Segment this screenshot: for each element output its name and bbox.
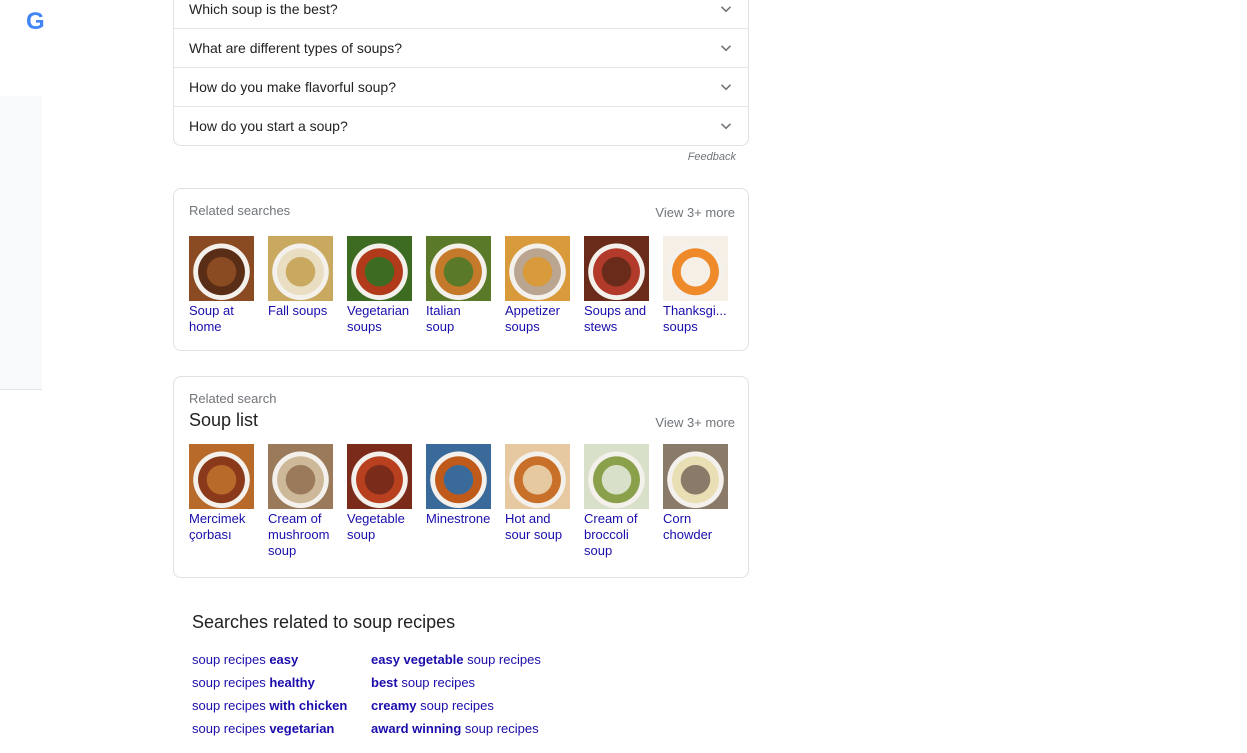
related-search-link[interactable]: soup recipes healthy — [192, 674, 371, 691]
thumbnail-label: Thanksgi... soups — [663, 303, 727, 334]
soup-image — [505, 236, 570, 301]
thumbnail-label: Fall soups — [268, 303, 328, 318]
thumbnail-item[interactable]: Cream of broccoli soup — [584, 444, 649, 559]
thumbnail-label: Vegetable soup — [347, 511, 405, 542]
paa-question[interactable]: Which soup is the best? — [174, 0, 748, 28]
thumbnail-item[interactable]: Cream of mushroom soup — [268, 444, 333, 559]
soup-image — [347, 444, 412, 509]
thumbnail-item[interactable]: Hot and sour soup — [505, 444, 570, 559]
paa-question[interactable]: How do you make flavorful soup? — [174, 67, 748, 106]
thumbnail-label: Appetizer soups — [505, 303, 560, 334]
related-search-plain: soup recipes — [397, 675, 476, 690]
related-search-link[interactable]: soup recipes vegetarian — [192, 720, 371, 737]
related-search-bold: with chicken — [269, 698, 348, 713]
related-search-bold: vegetarian — [269, 721, 335, 736]
left-rail: G — [0, 0, 45, 753]
thumbnail-label: Corn chowder — [663, 511, 713, 542]
related-search-link[interactable]: creamy soup recipes — [371, 697, 571, 714]
searches-related-section: Searches related to soup recipes soup re… — [192, 612, 752, 737]
thumbnail-label: Vegetarian soups — [347, 303, 410, 334]
soup-image — [663, 236, 728, 301]
related-search-link[interactable]: soup recipes with chicken — [192, 697, 371, 714]
soup-image — [268, 444, 333, 509]
soup-image — [189, 236, 254, 301]
chevron-down-icon — [720, 6, 732, 13]
soup-image — [189, 444, 254, 509]
related-search-link[interactable]: soup recipes easy — [192, 651, 371, 668]
related-search-plain: soup recipes — [463, 652, 541, 667]
related-search-plain: soup recipes — [192, 721, 270, 736]
soup-image — [584, 236, 649, 301]
paa-question-text: How do you make flavorful soup? — [189, 79, 396, 95]
paa-question-text: Which soup is the best? — [189, 1, 338, 17]
thumbnail-label: Mercimek çorbası — [189, 511, 246, 542]
thumbnail-label: Soups and stews — [584, 303, 647, 334]
thumbnail-label: Soup at home — [189, 303, 234, 334]
soup-image — [426, 236, 491, 301]
thumbnail-item[interactable]: Vegetarian soups — [347, 236, 412, 335]
related-search-bold: easy — [269, 652, 299, 667]
chevron-down-icon — [720, 45, 732, 52]
soup-image — [505, 444, 570, 509]
paa-question-text: How do you start a soup? — [189, 118, 348, 134]
feedback-link[interactable]: Feedback — [173, 146, 749, 188]
related-search-bold: best — [371, 675, 398, 690]
soup-list-title: Soup list — [189, 410, 259, 430]
paa-question[interactable]: How do you start a soup? — [174, 106, 748, 145]
view-more-link[interactable]: View 3+ more — [655, 415, 735, 430]
thumbnail-item[interactable]: Italian soup — [426, 236, 491, 335]
related-search-plain: soup recipes — [192, 698, 270, 713]
related-search-plain: soup recipes — [192, 652, 270, 667]
related-search-link[interactable]: award winning soup recipes — [371, 720, 571, 737]
soup-list-card: Related search Soup list View 3+ more Me… — [173, 376, 749, 578]
google-logo[interactable]: G — [26, 8, 45, 36]
chevron-down-icon — [720, 123, 732, 130]
related-search-bold: easy vegetable — [371, 652, 464, 667]
searches-related-grid: soup recipes easy easy vegetable soup rec… — [192, 651, 752, 737]
thumbnail-item[interactable]: Vegetable soup — [347, 444, 412, 559]
related-search-bold: healthy — [269, 675, 315, 690]
soup-image — [663, 444, 728, 509]
people-also-ask: Which soup is the best? What are differen… — [173, 0, 749, 146]
thumbnail-label: Minestrone — [426, 511, 491, 526]
thumbnail-label: Cream of broccoli soup — [584, 511, 638, 558]
related-search-plain: soup recipes — [416, 698, 494, 713]
thumbnail-label: Italian soup — [426, 303, 461, 334]
chevron-down-icon — [720, 84, 732, 91]
thumbnail-item[interactable]: Thanksgi... soups — [663, 236, 728, 335]
related-search-bold: award winning — [371, 721, 462, 736]
soup-image — [347, 236, 412, 301]
searches-related-title: Searches related to soup recipes — [192, 612, 456, 632]
thumbnail-item[interactable]: Corn chowder — [663, 444, 728, 559]
related-search-plain: soup recipes — [461, 721, 539, 736]
soup-image — [268, 236, 333, 301]
soup-image — [584, 444, 649, 509]
thumbnail-item[interactable]: Soup at home — [189, 236, 254, 335]
view-more-link[interactable]: View 3+ more — [655, 205, 735, 220]
related-searches-title: Related searches — [189, 203, 291, 218]
related-search-link[interactable]: best soup recipes — [371, 674, 571, 691]
paa-question-text: What are different types of soups? — [189, 40, 402, 56]
soup-image — [426, 444, 491, 509]
related-search-label: Related search — [189, 391, 277, 406]
thumbnail-label: Hot and sour soup — [505, 511, 563, 542]
related-search-bold: creamy — [371, 698, 417, 713]
main-column: Which soup is the best? What are differen… — [173, 0, 749, 578]
related-search-plain: soup recipes — [192, 675, 270, 690]
related-searches-thumbs: Soup at home Fall soups Vegetarian soups It… — [189, 236, 735, 335]
left-panel-shade — [0, 96, 42, 390]
thumbnail-item[interactable]: Fall soups — [268, 236, 333, 335]
related-search-link[interactable]: easy vegetable soup recipes — [371, 651, 571, 668]
related-searches-card: Related searches View 3+ more Soup at ho… — [173, 188, 749, 351]
thumbnail-item[interactable]: Minestrone — [426, 444, 491, 559]
thumbnail-label: Cream of mushroom soup — [268, 511, 330, 558]
soup-list-thumbs: Mercimek çorbası Cream of mushroom soup Ve… — [189, 444, 735, 559]
thumbnail-item[interactable]: Mercimek çorbası — [189, 444, 254, 559]
thumbnail-item[interactable]: Soups and stews — [584, 236, 649, 335]
paa-question[interactable]: What are different types of soups? — [174, 28, 748, 67]
thumbnail-item[interactable]: Appetizer soups — [505, 236, 570, 335]
